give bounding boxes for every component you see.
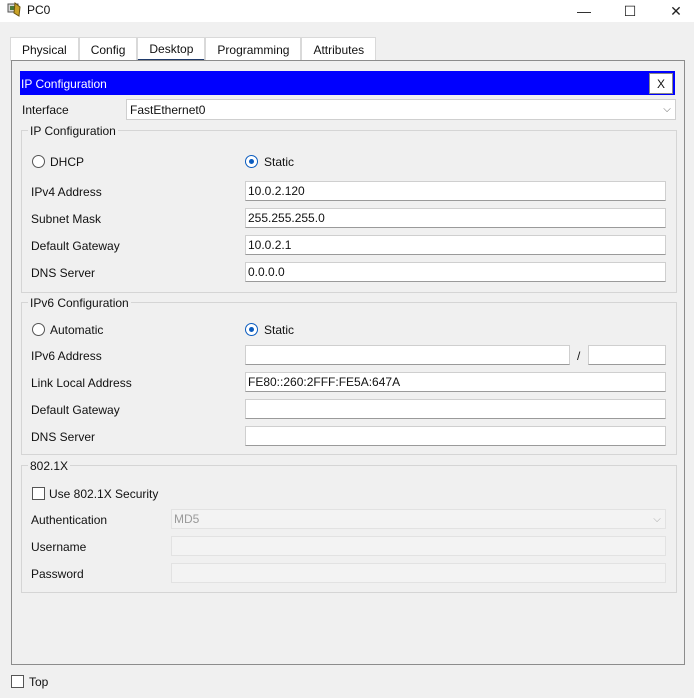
ipv6-default-gateway-label: Default Gateway [31,403,120,417]
chevron-down-icon: ⌵ [663,103,671,115]
ipv4-address-label: IPv4 Address [31,185,102,199]
ipv6-configuration-legend: IPv6 Configuration [28,296,131,310]
dns-server-field[interactable]: 0.0.0.0 [245,262,666,282]
panel-title: IP Configuration [21,77,107,91]
close-icon: ✕ [670,2,682,19]
interface-value: FastEthernet0 [130,103,206,117]
ipv6-address-field[interactable] [245,345,570,365]
title-bar: PC0 — ☐ ✕ [0,0,694,22]
panel-close-button[interactable]: X [649,73,673,94]
use-dot1x-label: Use 802.1X Security [49,487,159,501]
username-field[interactable] [171,536,666,556]
maximize-button[interactable]: ☐ [606,0,654,22]
minimize-icon: — [577,3,591,19]
ipv6-address-label: IPv6 Address [31,349,102,363]
dot1x-legend: 802.1X [28,459,71,473]
close-window-button[interactable]: ✕ [652,0,694,22]
auth-chevron-down-icon: ⌵ [653,513,661,525]
tab-programming[interactable]: Programming [205,37,302,61]
prefix-slash: / [577,349,581,363]
interface-select[interactable] [126,99,676,120]
top-label: Top [29,675,49,689]
tab-physical[interactable]: Physical [10,37,79,61]
password-field[interactable] [171,563,666,583]
username-label: Username [31,540,87,554]
panel-header [20,71,675,95]
maximize-icon: ☐ [623,2,637,19]
ipv6-dns-server-field[interactable] [245,426,666,446]
ipv4-static-label: Static [264,155,295,169]
pc-icon [7,2,21,17]
minimize-button[interactable]: — [560,0,608,22]
subnet-mask-field[interactable]: 255.255.255.0 [245,208,666,228]
ipv4-address-field[interactable]: 10.0.2.120 [245,181,666,201]
link-local-address-field[interactable]: FE80::260:2FFF:FE5A:647A [245,372,666,392]
ipv6-automatic-label: Automatic [50,323,104,337]
ipv6-dns-server-label: DNS Server [31,430,96,444]
ipv6-prefix-field[interactable] [588,345,666,365]
dhcp-radio[interactable] [32,155,45,168]
ip-configuration-legend: IP Configuration [28,124,118,138]
password-label: Password [31,567,84,581]
default-gateway-field[interactable]: 10.0.2.1 [245,235,666,255]
authentication-select[interactable]: MD5 [171,509,666,529]
ipv6-automatic-radio[interactable] [32,323,45,336]
ipv4-static-radio[interactable] [245,155,258,168]
tab-attributes[interactable]: Attributes [301,37,377,61]
tab-desktop[interactable]: Desktop [137,37,206,62]
authentication-label: Authentication [31,513,108,527]
interface-label: Interface [22,103,69,117]
link-local-address-label: Link Local Address [31,376,132,390]
default-gateway-label: Default Gateway [31,239,120,253]
tab-bar: Physical Config Desktop Programming Attr… [10,37,377,62]
ipv6-static-label: Static [264,323,295,337]
window-title: PC0 [27,3,51,17]
ipv6-static-radio[interactable] [245,323,258,336]
use-dot1x-checkbox[interactable] [32,487,45,500]
ipv6-default-gateway-field[interactable] [245,399,666,419]
dhcp-label: DHCP [50,155,85,169]
dns-server-label: DNS Server [31,266,96,280]
tab-config[interactable]: Config [78,37,138,61]
subnet-mask-label: Subnet Mask [31,212,102,226]
top-checkbox[interactable] [11,675,24,688]
